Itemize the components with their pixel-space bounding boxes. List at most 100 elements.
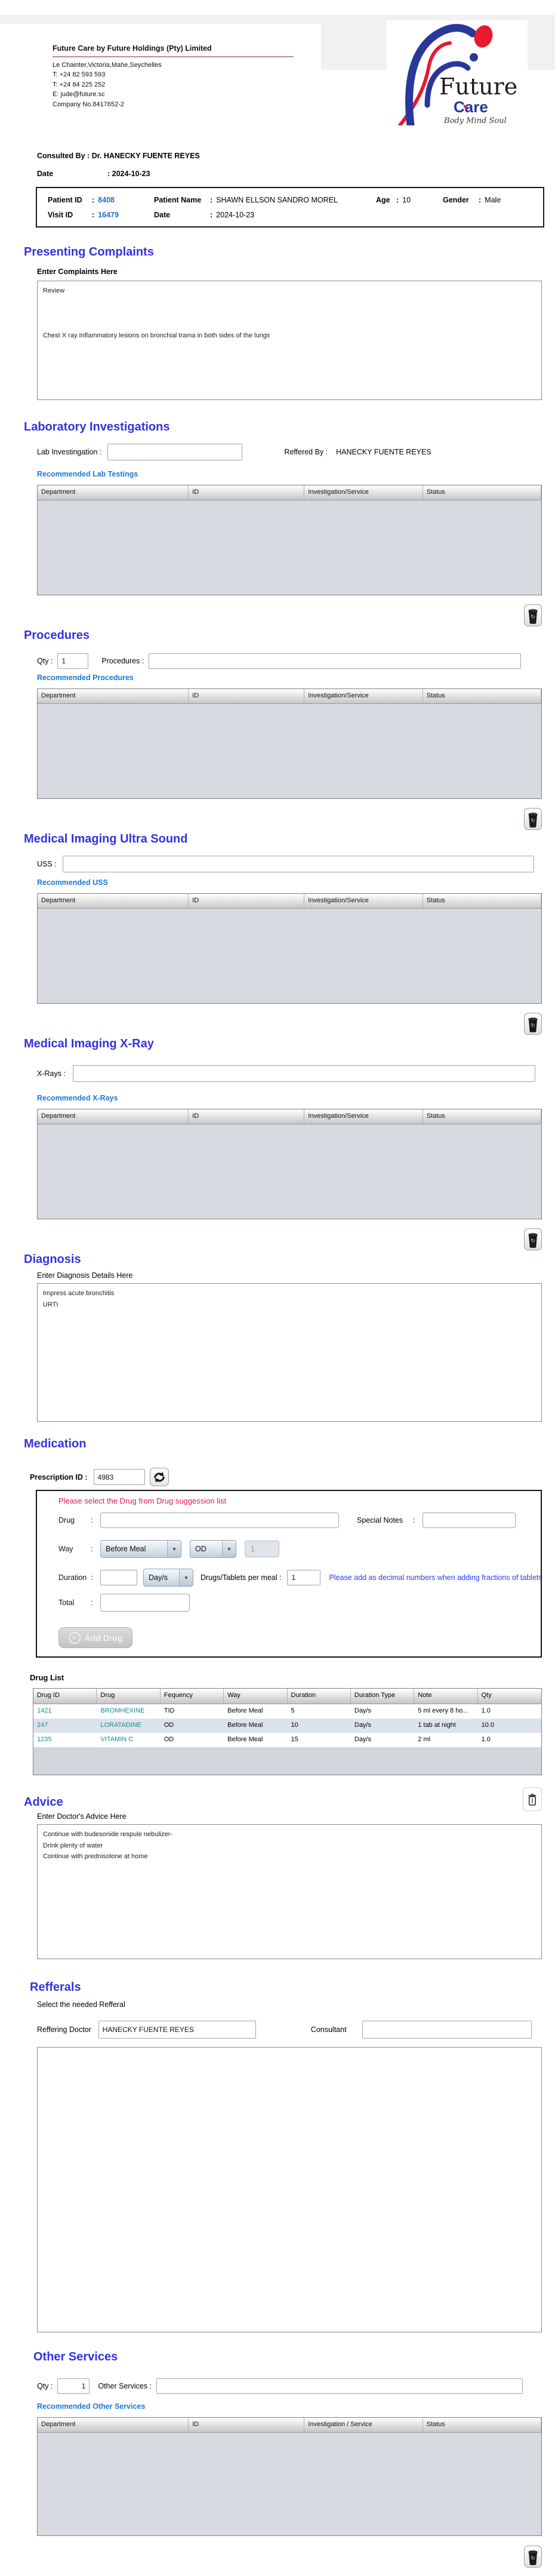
delete-xray-button[interactable]: ↻ — [524, 1228, 542, 1250]
drug-id-cell: 1235 — [37, 1736, 52, 1743]
colon: : — [91, 1545, 93, 1553]
delete-other-services-button[interactable]: ↻ — [524, 2546, 542, 2568]
patient-id-group: Patient ID : 8408 — [48, 196, 154, 204]
xray-input[interactable] — [72, 1065, 535, 1082]
diagnosis-textarea[interactable]: Impress acute bronchitis URTI — [37, 1283, 542, 1422]
drug-note-cell: 2 ml — [418, 1736, 431, 1743]
consultant-input[interactable] — [362, 2021, 532, 2039]
column-header: Fequency — [161, 1689, 224, 1704]
patient-name-group: Patient Name : SHAWN ELLSON SANDRO MOREL — [154, 196, 376, 204]
consulted-by-row: Consulted By : Dr. HANECKY FUENTE REYES — [37, 152, 555, 160]
column-header: Investigation/Service — [304, 485, 423, 500]
consulted-by-label: Consulted By : — [37, 152, 90, 160]
add-drug-button[interactable]: + Add Drug — [58, 1627, 132, 1648]
drug-qty-cell: 10.0 — [481, 1722, 495, 1729]
uss-input[interactable] — [62, 856, 534, 872]
drug-list-table: Drug ID Drug Fequency Way Duration Durat… — [33, 1688, 542, 1775]
company-email: E: jude@future.sc — [53, 91, 105, 99]
drug-duration-type-cell: Day/s — [354, 1736, 371, 1743]
recommended-lab-link: Recommended Lab Testings — [37, 470, 138, 478]
other-services-input[interactable] — [156, 2378, 523, 2394]
colon: : — [210, 196, 213, 204]
column-header: Duration Type — [351, 1689, 415, 1704]
other-services-input-label: Other Services : — [98, 2382, 152, 2390]
visit-id-label: Visit ID — [48, 211, 73, 219]
colon: : — [413, 1516, 415, 1524]
duration-type-value: Day/s — [149, 1573, 168, 1582]
complaints-textarea[interactable]: Review Chest X ray Inflammatory lesions … — [37, 281, 542, 400]
drug-name-cell: LORATADINE — [100, 1722, 142, 1729]
xray-input-label: X-Rays : — [37, 1069, 66, 1078]
column-header: Status — [423, 2418, 541, 2432]
delete-uss-button[interactable]: ↻ — [524, 1013, 542, 1035]
chevron-down-icon: ▼ — [167, 1541, 181, 1557]
section-title-medication: Medication — [24, 1437, 87, 1450]
drug-id-cell: 1421 — [37, 1707, 52, 1714]
column-header: ID — [189, 1109, 305, 1124]
drug-qty-cell: 1.0 — [481, 1707, 491, 1714]
advice-textarea[interactable]: Continue with budesonide respule nebuliz… — [37, 1824, 542, 1959]
bin-glyph: ↻ — [531, 2555, 535, 2561]
total-label: Total — [58, 1599, 75, 1607]
duration-type-select[interactable]: Day/s ▼ — [143, 1569, 193, 1587]
xray-table: Department ID Investigation/Service Stat… — [37, 1109, 542, 1219]
drug-way-cell: Before Meal — [227, 1722, 263, 1729]
prescription-id-input[interactable] — [93, 1469, 145, 1485]
visit-id-group: Visit ID : 16479 — [48, 211, 154, 219]
drug-row[interactable]: 1235 VITAMIN C OD Before Meal 15 Day/s 2… — [33, 1733, 541, 1747]
column-header: Way — [224, 1689, 288, 1704]
consult-date-value: : 2024-10-23 — [107, 170, 150, 178]
lab-investigation-input[interactable] — [107, 444, 243, 460]
xray-table-header: Department ID Investigation/Service Stat… — [38, 1109, 541, 1124]
drug-table-filler — [33, 1747, 541, 1775]
recommended-uss-link: Recommended USS — [37, 878, 108, 887]
procedures-input[interactable] — [149, 653, 522, 669]
delete-lab-button[interactable]: ↻ — [524, 604, 542, 626]
drug-freq-cell: OD — [164, 1736, 174, 1743]
section-title-other-services: Other Services — [33, 2350, 118, 2363]
colon: : — [92, 211, 95, 219]
colon: : — [91, 1599, 93, 1607]
delete-advice-button[interactable] — [523, 1787, 542, 1811]
delete-procedures-button[interactable]: ↻ — [524, 808, 542, 830]
company-phone-2: T: +24 84 225 252 — [53, 81, 106, 88]
drug-warning-text: Please select the Drug from Drug suggess… — [58, 1496, 227, 1505]
procedures-qty-input[interactable] — [57, 653, 89, 669]
trash-icon: ↻ — [528, 1017, 538, 1032]
uss-input-label: USS : — [37, 860, 57, 868]
procedures-table-header: Department ID Investigation/Service Stat… — [38, 689, 541, 704]
reffering-doctor-input[interactable] — [98, 2021, 256, 2039]
drug-name-cell: BROMHEXINE — [100, 1707, 145, 1714]
procedures-table: Department ID Investigation/Service Stat… — [37, 688, 542, 799]
total-input[interactable] — [100, 1594, 190, 1612]
column-header: Drug — [97, 1689, 161, 1704]
other-services-table: Department ID Investigation / Service St… — [37, 2417, 542, 2536]
lab-table-body — [38, 500, 541, 595]
column-header: Status — [423, 485, 541, 500]
special-notes-input[interactable] — [423, 1513, 516, 1528]
colon: : — [91, 1516, 93, 1524]
drug-id-cell: 247 — [37, 1722, 48, 1729]
drug-list-label: Drug List — [30, 1673, 64, 1682]
uss-table-header: Department ID Investigation/Service Stat… — [38, 894, 541, 909]
other-qty-input[interactable] — [57, 2378, 90, 2394]
drug-input[interactable] — [100, 1513, 339, 1528]
drug-row[interactable]: 1421 BROMHEXINE TID Before Meal 5 Day/s … — [33, 1704, 541, 1719]
duration-input[interactable] — [100, 1570, 137, 1585]
advice-label: Enter Doctor's Advice Here — [37, 1812, 127, 1821]
duration-label: Duration — [58, 1573, 87, 1582]
way-select[interactable]: Before Meal ▼ — [100, 1540, 181, 1558]
logo-red-dot — [474, 25, 493, 48]
refferals-box[interactable] — [37, 2047, 542, 2332]
patient-row-1: Patient ID : 8408 Patient Name : SHAWN E… — [48, 196, 543, 204]
refresh-prescription-button[interactable] — [149, 1468, 169, 1486]
per-meal-input[interactable] — [287, 1570, 321, 1585]
refferals-label: Select the needed Refferal — [37, 2000, 125, 2009]
drug-row[interactable]: 247 LORATADINE OD Before Meal 10 Day/s 1… — [33, 1719, 541, 1733]
frequency-select[interactable]: OD ▼ — [190, 1540, 236, 1558]
column-header: Status — [423, 1109, 541, 1124]
consultation-page: Future Care by Future Holdings (Pty) Lim… — [0, 0, 555, 2576]
drug-table-header: Drug ID Drug Fequency Way Duration Durat… — [33, 1689, 541, 1704]
column-header: Department — [38, 2418, 189, 2432]
patient-row-2: Visit ID : 16479 Date : 2024-10-23 — [48, 211, 543, 219]
